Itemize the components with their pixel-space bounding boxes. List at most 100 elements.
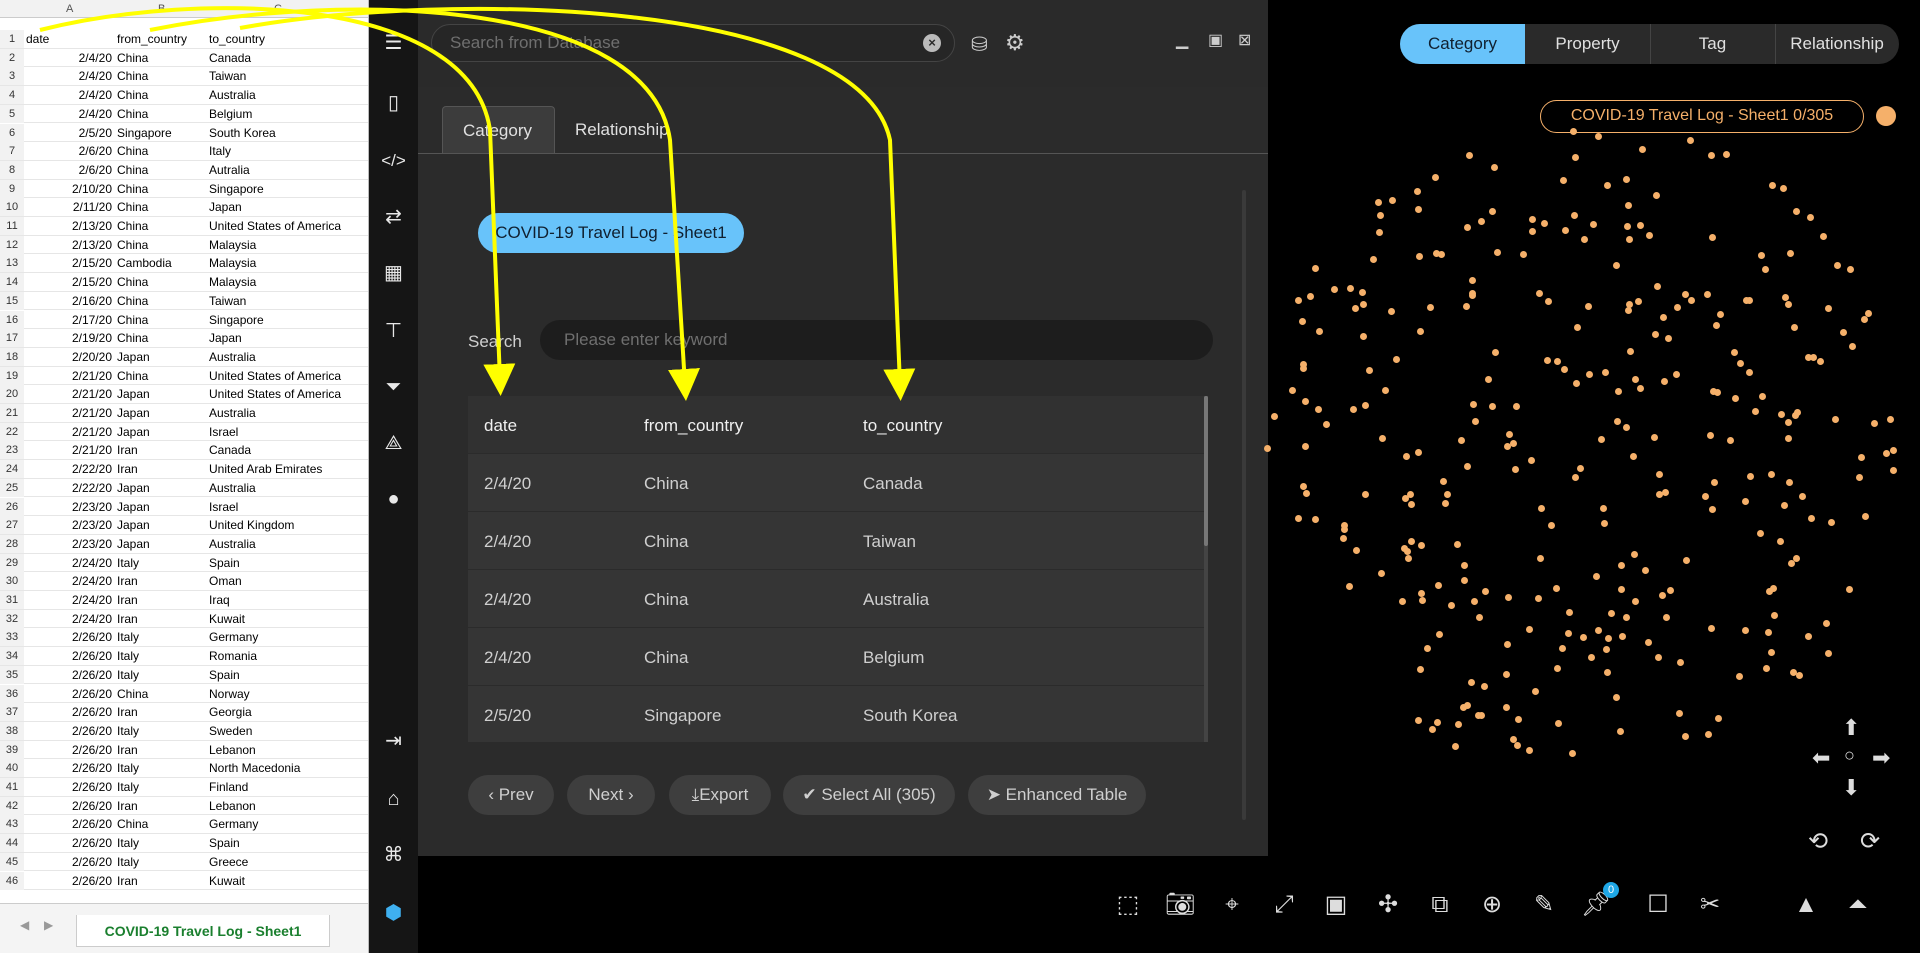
sheet-cell[interactable]: Canada (209, 443, 368, 457)
row-number[interactable]: 28 (0, 534, 24, 553)
sheet-cell[interactable]: 2/26/20 (26, 668, 112, 682)
sheet-cell[interactable]: China (117, 88, 205, 102)
sheet-row[interactable]: 25 2/22/20 Japan Australia (0, 478, 368, 498)
graph-node[interactable] (1503, 443, 1511, 451)
sheet-cell[interactable]: 2/20/20 (26, 350, 112, 364)
sheet-cell[interactable]: 2/21/20 (26, 425, 112, 439)
sheet-cell[interactable]: 2/22/20 (26, 481, 112, 495)
sheet-cell[interactable]: 2/24/20 (26, 612, 112, 626)
graph-node[interactable] (1477, 711, 1485, 719)
row-number[interactable]: 18 (0, 347, 24, 366)
table-scrollbar[interactable] (1204, 396, 1208, 742)
graph-node[interactable] (1636, 222, 1644, 230)
database-search-input[interactable] (431, 24, 955, 62)
clear-search-icon[interactable]: × (923, 34, 941, 52)
sheet-cell[interactable]: Italy (209, 144, 368, 158)
column-letter-c[interactable]: C (274, 3, 282, 15)
graph-node[interactable] (1467, 679, 1475, 687)
sheet-cell[interactable]: 2/6/20 (26, 163, 112, 177)
graph-node[interactable] (1644, 638, 1652, 646)
graph-node[interactable] (1746, 473, 1754, 481)
keyword-search-input[interactable] (540, 320, 1213, 360)
graph-node[interactable] (1613, 418, 1621, 426)
graph-node[interactable] (1712, 322, 1720, 330)
sheet-header-cell[interactable]: to_country (209, 32, 368, 46)
graph-node[interactable] (1631, 551, 1639, 559)
graph-node[interactable] (1655, 654, 1663, 662)
graph-node[interactable] (1270, 413, 1278, 421)
sheet-cell[interactable]: China (117, 313, 205, 327)
graph-node[interactable] (1460, 703, 1468, 711)
sheet-cell[interactable]: China (117, 51, 205, 65)
graph-node[interactable] (1776, 537, 1784, 545)
graph-node[interactable] (1674, 303, 1682, 311)
graph-node[interactable] (1709, 387, 1717, 395)
sheet-cell[interactable]: Canada (209, 51, 368, 65)
graph-node[interactable] (1378, 570, 1386, 578)
row-number[interactable]: 22 (0, 422, 24, 441)
table-row[interactable]: 2/4/20 China Australia (468, 570, 1205, 628)
sheet-cell[interactable]: China (117, 182, 205, 196)
sheet-cell[interactable]: China (117, 369, 205, 383)
graph-node[interactable] (1544, 356, 1552, 364)
graph-node[interactable] (1612, 261, 1620, 269)
gear-icon[interactable]: ⚙ (1005, 30, 1025, 56)
graph-node[interactable] (1593, 572, 1601, 580)
row-number[interactable]: 38 (0, 721, 24, 740)
table-row[interactable]: 2/4/20 China Canada (468, 454, 1205, 512)
graph-node[interactable] (1485, 375, 1493, 383)
graph-node[interactable] (1782, 294, 1790, 302)
row-number[interactable]: 3 (0, 67, 24, 86)
graph-node[interactable] (1653, 192, 1661, 200)
sheet-row[interactable]: 45 2/26/20 Italy Greece (0, 852, 368, 872)
export-button[interactable]: ⤓Export (669, 775, 771, 815)
graph-node[interactable] (1528, 216, 1536, 224)
graph-node[interactable] (1453, 540, 1461, 548)
graph-node[interactable] (1886, 415, 1894, 423)
sheet-cell[interactable]: China (117, 687, 205, 701)
sheet-cell[interactable]: Australia (209, 88, 368, 102)
graph-node[interactable] (1715, 714, 1723, 722)
sheet-row[interactable]: 3 2/4/20 China Taiwan (0, 67, 368, 87)
sheet-cell[interactable]: Germany (209, 630, 368, 644)
sheet-cell[interactable]: China (117, 69, 205, 83)
pan-down-icon[interactable]: ⬇ (1842, 775, 1860, 801)
graph-node[interactable] (1547, 521, 1555, 529)
graph-node[interactable] (1554, 664, 1562, 672)
graph-node[interactable] (1626, 235, 1634, 243)
resize-icon[interactable]: ⤢ (1267, 888, 1301, 922)
crop-icon[interactable]: ✂ (1693, 888, 1727, 922)
graph-node[interactable] (1656, 490, 1664, 498)
graph-node[interactable] (1545, 298, 1553, 306)
sheet-cell[interactable]: Italy (117, 836, 205, 850)
sheet-cell[interactable]: 2/21/20 (26, 406, 112, 420)
graph-node[interactable] (1560, 176, 1568, 184)
graph-node[interactable] (1307, 292, 1315, 300)
sheet-row[interactable]: 4 2/4/20 China Australia (0, 86, 368, 105)
column-letter-b[interactable]: B (158, 3, 165, 15)
cluster-icon[interactable]: ✣ (1371, 888, 1405, 922)
graph-node[interactable] (1302, 490, 1310, 498)
graph-node[interactable] (1580, 634, 1588, 642)
graph-node[interactable] (1601, 519, 1609, 527)
graph-node[interactable] (1349, 406, 1357, 414)
sheet-cell[interactable]: Autralia (209, 163, 368, 177)
sheet-row[interactable]: 44 2/26/20 Italy Spain (0, 834, 368, 853)
graph-node[interactable] (1359, 289, 1367, 297)
sheet-cell[interactable]: 2/24/20 (26, 593, 112, 607)
row-number[interactable]: 36 (0, 684, 24, 703)
graph-node[interactable] (1572, 473, 1580, 481)
graph-node[interactable] (1488, 402, 1496, 410)
graph-node[interactable] (1617, 561, 1625, 569)
row-number[interactable]: 34 (0, 647, 24, 666)
graph-node[interactable] (1376, 228, 1384, 236)
graph-node[interactable] (1824, 305, 1832, 313)
graph-node[interactable] (1618, 632, 1626, 640)
graph-node[interactable] (1405, 555, 1412, 563)
sheet-cell[interactable]: Iran (117, 593, 205, 607)
graph-node[interactable] (1538, 504, 1545, 512)
row-number[interactable]: 46 (0, 871, 24, 890)
graph-node[interactable] (1561, 365, 1569, 373)
sheet-row[interactable]: 8 2/6/20 China Autralia (0, 160, 368, 180)
sheet-cell[interactable]: Iran (117, 874, 205, 888)
